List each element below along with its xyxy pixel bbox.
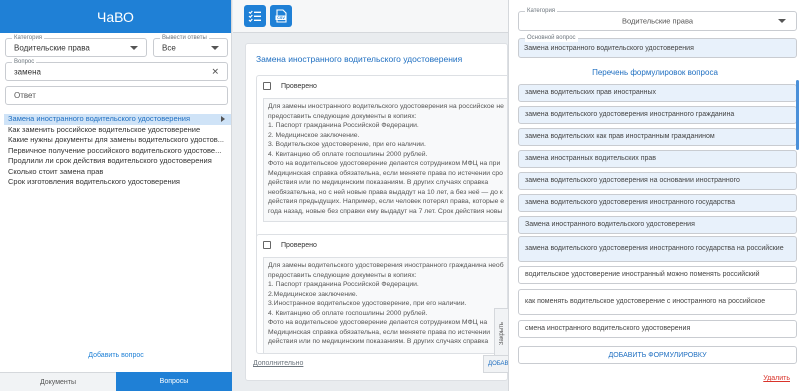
formulation-item[interactable]: Замена иностранного водительского удосто… (518, 216, 797, 234)
svg-text:CSV: CSV (277, 16, 285, 20)
checklist-icon (248, 10, 261, 23)
answer-line: 2.Медицинское заключение. (268, 290, 358, 298)
answer-card: Замена иностранного водительского удосто… (245, 43, 508, 381)
output-value: Все (162, 43, 176, 52)
answer-line: предоставить следующие документы в копия… (268, 112, 417, 120)
chevron-down-icon (211, 45, 219, 50)
answer-line: Медицинская справка обязательна, если ме… (268, 169, 503, 177)
verified-row[interactable]: Проверено (257, 76, 507, 96)
formulation-item[interactable]: замена водительских прав иностранных (518, 84, 797, 102)
formulation-item[interactable]: замена иностранных водительских прав (518, 150, 797, 168)
verified-checkbox[interactable] (263, 241, 271, 249)
card-title: Замена иностранного водительского удосто… (256, 54, 463, 64)
close-side-button[interactable]: Закрыть (494, 308, 508, 360)
output-select[interactable]: Вывести ответы Все (153, 34, 228, 57)
question-item[interactable]: Продлили ли срок действия водительского … (4, 156, 231, 167)
right-category-label: Категория (525, 7, 558, 15)
answer-text[interactable]: Для замены иностранного водительского уд… (263, 98, 507, 222)
question-search-input[interactable]: Вопрос замена ✕ (5, 58, 228, 81)
formulation-item[interactable]: замена водительского удостоверения иност… (518, 106, 797, 124)
answer-line: 3. Водительское удостоверение, при его н… (268, 141, 426, 148)
verified-row[interactable]: Проверено (257, 235, 507, 255)
chevron-down-icon (130, 45, 138, 50)
question-value: замена (14, 67, 41, 76)
verified-label: Проверено (281, 241, 317, 249)
answer-line: года назад, новые без справки ему выдаду… (268, 207, 503, 215)
question-list: Замена иностранного водительского удосто… (4, 114, 231, 188)
main-question-input[interactable]: Основной вопрос Замена иностранного води… (518, 34, 797, 58)
category-value: Водительские права (14, 43, 90, 52)
answer-line: Медицинская справка обязательна, если ме… (268, 328, 491, 336)
formulation-item[interactable]: как поменять водительское удостоверение … (518, 289, 797, 315)
answer-search-input[interactable]: Ответ (5, 86, 228, 105)
clear-icon[interactable]: ✕ (211, 66, 219, 77)
chevron-down-icon (778, 19, 786, 23)
main-question-label: Основной вопрос (525, 34, 578, 42)
checklist-button[interactable] (244, 5, 266, 27)
right-category-value: Водительские права (621, 16, 694, 26)
verified-label: Проверено (281, 82, 317, 90)
answer-line: 4. Квитанцию об оплате госпошлины 2000 р… (268, 309, 428, 317)
caret-right-icon (221, 116, 225, 122)
answer-line: 4. Квитанцию об оплате госпошлины 2000 р… (268, 150, 428, 158)
formulation-item[interactable]: смена иностранного водительского удостов… (518, 320, 797, 338)
question-text: Замена иностранного водительского удосто… (8, 114, 191, 123)
answer-line: Для замены иностранного водительского уд… (268, 103, 504, 110)
close-side-label: Закрыть (498, 322, 505, 346)
answer-line: Для замены водительского удостоверения и… (268, 262, 504, 269)
middle-panel: CSV Замена иностранного водительского уд… (233, 0, 508, 391)
formulations-heading: Перечень формулировок вопроса (592, 68, 718, 77)
answer-placeholder: Ответ (14, 91, 36, 100)
answer-line: 1. Паспорт гражданина Российской Федерац… (268, 281, 419, 288)
tab-questions[interactable]: Вопросы (116, 372, 232, 391)
answer-line: действия или по медицинским показаниям. … (268, 338, 489, 345)
toolbar: CSV (233, 0, 508, 33)
answer-line: действия предыдущих. Например, если чело… (268, 198, 505, 205)
formulation-item[interactable]: замена водительского удостоверения иност… (518, 194, 797, 212)
right-category-select[interactable]: Категория Водительские права (518, 7, 797, 31)
detail-link[interactable]: Дополнительно (253, 360, 303, 367)
tab-documents[interactable]: Документы (0, 372, 116, 391)
question-item[interactable]: Какие нужны документы для замены водител… (4, 135, 231, 146)
question-label: Вопрос (12, 58, 37, 66)
answer-block: Проверено Для замены водительского удост… (256, 234, 507, 354)
answer-line: 3.Иностранное водительское удостоверение… (268, 300, 467, 307)
answer-line: Фото на водительское удостоверение делае… (268, 319, 488, 326)
add-answer-button[interactable]: ДОБАВИТЬ (483, 355, 508, 373)
right-panel: Категория Водительские права Основной во… (508, 0, 800, 391)
output-label: Вывести ответы (160, 34, 209, 42)
category-label: Категория (12, 34, 45, 42)
answer-line: 1. Паспорт гражданина Российской Федерац… (268, 122, 419, 129)
category-select[interactable]: Категория Водительские права (5, 34, 147, 57)
question-item[interactable]: Срок изготовления водительского удостове… (4, 177, 231, 188)
question-item[interactable]: Первичное получение российского водитель… (4, 146, 231, 157)
verified-checkbox[interactable] (263, 82, 271, 90)
csv-export-button[interactable]: CSV (270, 5, 292, 27)
formulation-item[interactable]: замена водительского удостоверения иност… (518, 236, 797, 262)
bottom-tabs: Документы Вопросы (0, 372, 232, 391)
scrollbar[interactable] (796, 80, 799, 150)
question-item[interactable]: Замена иностранного водительского удосто… (4, 114, 231, 125)
formulation-item[interactable]: водительское удостоверение иностранный м… (518, 266, 797, 284)
question-item[interactable]: Сколько стоит замена прав (4, 167, 231, 178)
main-question-value: Замена иностранного водительского удосто… (524, 45, 694, 52)
answer-line: предоставить следующие документы в копия… (268, 271, 417, 279)
left-panel: ЧаВО Категория Водительские права Вывест… (0, 0, 232, 391)
answer-line: действия или по медицинским показаниям. … (268, 179, 489, 186)
csv-file-icon: CSV (275, 9, 287, 23)
app-root: ЧаВО Категория Водительские права Вывест… (0, 0, 800, 391)
answer-line: Фото на водительское удостоверение делае… (268, 160, 501, 167)
question-item[interactable]: Как заменить российское водительское удо… (4, 125, 231, 136)
add-question-link[interactable]: Добавить вопрос (0, 352, 232, 359)
answer-text[interactable]: Для замены водительского удостоверения и… (263, 257, 507, 353)
app-title: ЧаВО (0, 0, 231, 33)
formulation-item[interactable]: замена водительского удостоверения на ос… (518, 172, 797, 190)
formulation-item[interactable]: замена водительских как прав иностранным… (518, 128, 797, 146)
answer-line: необязательна, но с ней новые права выда… (268, 188, 503, 196)
answer-line: 2. Медицинское заключение. (268, 131, 360, 139)
add-formulation-button[interactable]: ДОБАВИТЬ ФОРМУЛИРОВКУ (518, 346, 797, 364)
delete-link[interactable]: Удалить (763, 375, 790, 382)
